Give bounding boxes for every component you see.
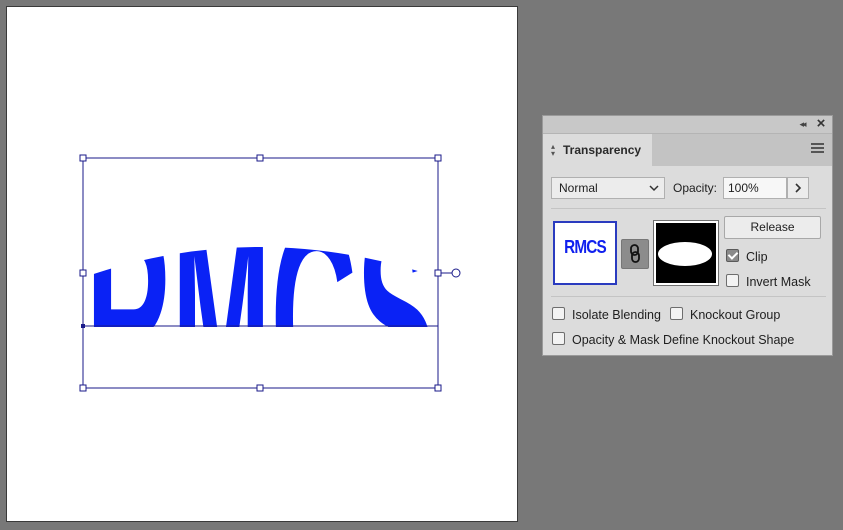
release-button[interactable]: Release bbox=[724, 216, 821, 239]
opacity-value: 100% bbox=[728, 181, 759, 195]
isolate-blending-label: Isolate Blending bbox=[572, 308, 661, 322]
tab-transparency[interactable]: ▴ ▾ Transparency bbox=[543, 134, 652, 167]
panel-divider bbox=[551, 296, 826, 297]
panel-divider bbox=[551, 208, 826, 209]
artboard[interactable]: RMCS bbox=[6, 6, 518, 522]
clip-label: Clip bbox=[746, 250, 768, 264]
anchor-point[interactable] bbox=[81, 324, 85, 328]
collapse-panel-icon[interactable]: ◂◂ bbox=[796, 118, 808, 130]
panel-tab-strip: ▴ ▾ Transparency bbox=[543, 134, 832, 167]
invert-mask-label: Invert Mask bbox=[746, 275, 811, 289]
opacity-mask-knockout-label: Opacity & Mask Define Knockout Shape bbox=[572, 333, 795, 347]
link-mask-icon[interactable] bbox=[621, 239, 649, 269]
knockout-group-checkbox[interactable] bbox=[670, 307, 683, 320]
artwork-canvas[interactable]: RMCS bbox=[7, 7, 519, 523]
knockout-group-label: Knockout Group bbox=[690, 308, 781, 322]
clip-checkbox[interactable] bbox=[726, 249, 739, 262]
tab-expand-icon[interactable]: ▴ ▾ bbox=[551, 143, 557, 158]
blend-mode-value: Normal bbox=[559, 181, 598, 195]
isolate-blending-checkbox[interactable] bbox=[552, 307, 565, 320]
transparency-panel: ◂◂ × ▴ ▾ Transparency Normal Opacity: 100… bbox=[542, 115, 833, 356]
handle-bottom-right[interactable] bbox=[434, 384, 442, 392]
handle-top-right[interactable] bbox=[434, 154, 442, 162]
handle-middle-left[interactable] bbox=[79, 269, 87, 277]
blend-mode-dropdown[interactable]: Normal bbox=[551, 177, 665, 199]
rotate-handle[interactable] bbox=[451, 268, 461, 278]
opacity-label: Opacity: bbox=[673, 181, 718, 195]
thumbnail-text: RMCS bbox=[564, 237, 607, 257]
clipped-artwork[interactable]: RMCS bbox=[86, 164, 436, 471]
handle-top-center[interactable] bbox=[256, 154, 264, 162]
panel-menu-icon[interactable] bbox=[811, 143, 824, 154]
artwork-thumbnail[interactable]: RMCS bbox=[553, 221, 617, 285]
opacity-slider-button[interactable] bbox=[787, 177, 809, 199]
tab-transparency-label: Transparency bbox=[563, 143, 642, 157]
handle-bottom-center[interactable] bbox=[256, 384, 264, 392]
invert-mask-checkbox[interactable] bbox=[726, 274, 739, 287]
mask-thumbnail[interactable] bbox=[653, 220, 719, 286]
handle-top-left[interactable] bbox=[79, 154, 87, 162]
handle-bottom-left[interactable] bbox=[79, 384, 87, 392]
chevron-down-icon bbox=[649, 178, 659, 205]
close-panel-icon[interactable]: × bbox=[814, 116, 828, 132]
art-text[interactable]: RMCS bbox=[86, 164, 436, 471]
opacity-input[interactable]: 100% bbox=[723, 177, 787, 199]
opacity-mask-knockout-checkbox[interactable] bbox=[552, 332, 565, 345]
panel-title-bar[interactable]: ◂◂ × bbox=[543, 116, 832, 134]
handle-middle-right[interactable] bbox=[434, 269, 442, 277]
